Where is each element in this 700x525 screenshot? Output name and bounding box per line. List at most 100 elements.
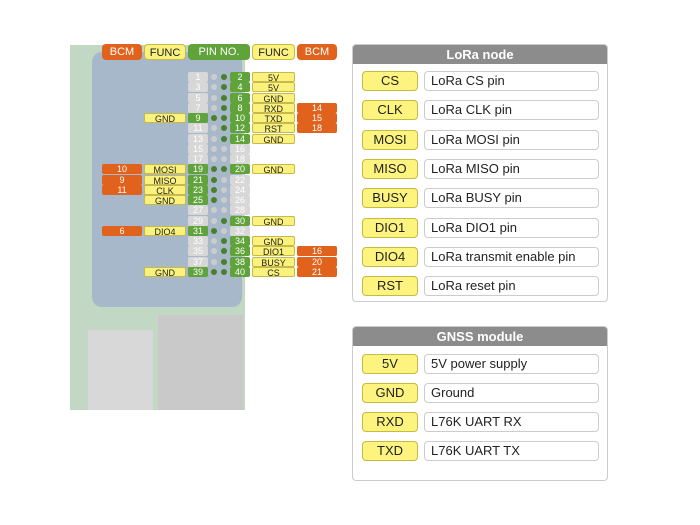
pin-dot-30 (221, 217, 227, 224)
lora-pin-label: MISO (362, 158, 418, 179)
pin-12: 12 (230, 123, 250, 134)
pin-dot-14 (221, 135, 227, 142)
func-pin-2: 5V (252, 72, 295, 83)
func-pin-20: GND (252, 164, 295, 175)
func-pin-6: GND (252, 92, 295, 104)
pin-dot-7 (211, 104, 217, 111)
pin-13: 13 (188, 133, 208, 144)
ethernet-port (158, 315, 243, 410)
pin-14: 14 (230, 133, 250, 144)
pin-dot-8 (221, 104, 227, 111)
pin-dot-13 (211, 135, 217, 142)
lora-pin-description: LoRa reset pin (424, 276, 599, 297)
bcm-pin-19: 10 (102, 164, 142, 175)
pin-dot-31 (211, 227, 217, 234)
pin-26: 26 (230, 195, 250, 205)
pin-dot-34 (221, 238, 227, 244)
pin-29: 29 (188, 215, 208, 226)
pin-dot-6 (221, 94, 227, 101)
pin-dot-40 (221, 268, 227, 275)
pin-dot-21 (211, 176, 217, 183)
func-pin-21: MISO (144, 174, 186, 186)
bcm-pin-40: 21 (297, 266, 337, 277)
pin-dot-1 (211, 74, 217, 80)
pin-22: 22 (230, 174, 250, 185)
pin-6: 6 (230, 92, 250, 103)
pin-dot-5 (211, 94, 217, 101)
pin-9: 9 (188, 113, 208, 123)
gnss-pin-description: L76K UART RX (424, 412, 599, 432)
pin-dot-25 (211, 197, 217, 203)
pin-33: 33 (188, 236, 208, 246)
gnss-panel-title: GNSS module (353, 327, 607, 346)
pin-7: 7 (188, 102, 208, 113)
lora-pin-label: DIO1 (362, 217, 418, 238)
pin-25: 25 (188, 195, 208, 205)
pin-dot-17 (211, 156, 217, 162)
pin-1: 1 (188, 72, 208, 82)
lora-pin-description: LoRa CS pin (424, 71, 599, 91)
pin-10: 10 (230, 113, 250, 123)
pin-dot-37 (211, 258, 217, 265)
gnss-pin-description: L76K UART TX (424, 441, 599, 461)
gnss-pin-description: Ground (424, 383, 599, 403)
pin-dot-33 (211, 238, 217, 244)
pin-2: 2 (230, 72, 250, 82)
header-func-right: FUNC (252, 44, 295, 60)
pin-dot-2 (221, 74, 227, 80)
func-pin-14: GND (252, 133, 295, 145)
pin-3: 3 (188, 82, 208, 93)
pin-39: 39 (188, 266, 208, 277)
bcm-pin-23: 11 (102, 184, 142, 195)
pin-36: 36 (230, 246, 250, 257)
func-pin-4: 5V (252, 82, 295, 93)
pin-dot-16 (221, 145, 227, 152)
pin-4: 4 (230, 82, 250, 93)
lora-pin-label: BUSY (362, 188, 418, 209)
bcm-pin-31: 6 (102, 225, 142, 236)
pin-34: 34 (230, 236, 250, 246)
lora-pin-description: LoRa DIO1 pin (424, 217, 599, 238)
pin-dot-26 (221, 197, 227, 203)
gnss-pin-description: 5V power supply (424, 354, 599, 374)
bcm-pin-21: 9 (102, 174, 142, 185)
lora-pin-description: LoRa MOSI pin (424, 129, 599, 150)
bcm-pin-38: 20 (297, 256, 337, 267)
pin-11: 11 (188, 123, 208, 134)
bcm-pin-10: 15 (297, 113, 337, 123)
header-bcm-right: BCM (297, 44, 337, 60)
pin-21: 21 (188, 174, 208, 185)
func-pin-38: BUSY (252, 256, 295, 268)
pin-dot-39 (211, 268, 217, 275)
lora-pin-label: MOSI (362, 129, 418, 150)
usb-ports (88, 330, 153, 410)
pin-dot-10 (221, 115, 227, 121)
lora-pin-description: LoRa BUSY pin (424, 188, 599, 209)
pin-20: 20 (230, 164, 250, 175)
lora-pin-description: LoRa transmit enable pin (424, 246, 599, 267)
pin-38: 38 (230, 256, 250, 267)
func-pin-39: GND (144, 266, 186, 278)
func-pin-30: GND (252, 215, 295, 227)
bcm-pin-8: 14 (297, 102, 337, 113)
pin-17: 17 (188, 154, 208, 164)
func-pin-34: GND (252, 236, 295, 247)
lora-pin-description: LoRa CLK pin (424, 100, 599, 121)
func-pin-9: GND (144, 113, 186, 124)
func-pin-12: RST (252, 123, 295, 134)
header-func-left: FUNC (144, 44, 186, 60)
func-pin-19: MOSI (144, 164, 186, 175)
pin-dot-18 (221, 156, 227, 162)
pin-dot-22 (221, 176, 227, 183)
func-pin-25: GND (144, 195, 186, 206)
gnss-pin-label: GND (362, 383, 418, 403)
func-pin-10: TXD (252, 113, 295, 124)
bcm-pin-12: 18 (297, 123, 337, 134)
gnss-panel: GNSS module 5V 5V power supply GND Ground RX… (352, 326, 608, 481)
pin-37: 37 (188, 256, 208, 267)
gnss-pin-label: TXD (362, 441, 418, 461)
pin-32: 32 (230, 225, 250, 236)
pin-16: 16 (230, 143, 250, 154)
lora-panel-title: LoRa node (353, 45, 607, 64)
pin-dot-23 (211, 186, 217, 193)
